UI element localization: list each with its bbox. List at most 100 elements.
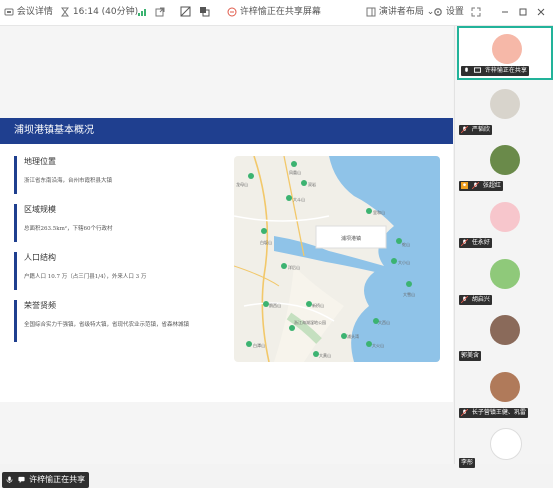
participant-tile[interactable]: 郭美含 xyxy=(457,309,553,363)
map-place-label: 浙江海湖湿地公园 xyxy=(294,319,326,325)
participant-tile[interactable]: 严韬欣 xyxy=(457,83,553,137)
participant-name: 郭美含 xyxy=(461,352,480,359)
participant-name: 严韬欣 xyxy=(471,126,490,133)
avatar xyxy=(490,428,522,460)
translate-icon[interactable] xyxy=(199,0,210,25)
section-area: 区域规模 总面积263.5km²，下辖60个行政村 xyxy=(14,204,224,242)
section-heading: 地理位置 xyxy=(24,157,56,166)
map-place-label: 龙母山 xyxy=(236,181,248,187)
annotate-off-icon[interactable] xyxy=(180,0,191,25)
chat-icon xyxy=(17,476,25,483)
map-place-label: 凤凰山 xyxy=(289,169,301,175)
timer-label: 16:14 (40分钟) xyxy=(72,7,139,17)
microphone-muted-icon xyxy=(461,126,468,133)
participant-name: 许梓愉正在共享 xyxy=(484,67,527,74)
participant-tile[interactable]: 长子营镇王健、巩雷 xyxy=(457,366,553,420)
avatar xyxy=(490,145,520,175)
participant-name: 长子营镇王健、巩雷 xyxy=(471,409,526,416)
map-place-label: 双岩 xyxy=(308,181,316,187)
shared-screen-area: 浦坝港镇基本概况 地理位置 浙江省东南沿海，台州市霞积县大镇 区域规模 总面积2… xyxy=(0,26,453,488)
sharing-indicator-label: 许梓愉正在共享 xyxy=(29,475,86,484)
fullscreen-icon[interactable] xyxy=(471,0,481,25)
avatar xyxy=(490,315,520,345)
microphone-muted-icon xyxy=(461,296,468,303)
map-place-label: 里和山 xyxy=(373,209,385,215)
participant-name-tag: 长子营镇王健、巩雷 xyxy=(459,408,528,418)
gear-icon xyxy=(434,7,442,16)
settings-label: 设置 xyxy=(445,7,464,17)
map-place-label: 新桥山 xyxy=(312,302,324,308)
map-place-label: 鹅西山 xyxy=(269,302,281,308)
layout-dropdown[interactable]: 演讲者布局 ⌄ xyxy=(366,0,434,25)
map-place-label: 浦头湾 xyxy=(347,333,359,339)
sharing-status-label: 许梓愉正在共享屏幕 xyxy=(239,7,321,17)
map-place-label: 白潭山 xyxy=(253,342,265,348)
close-icon[interactable] xyxy=(536,0,546,25)
settings-button[interactable]: 设置 xyxy=(433,0,464,25)
popout-icon[interactable] xyxy=(155,0,165,25)
section-population: 人口结构 户籍人口 10.7 万（占三门县1/4），外来人口 3 万 xyxy=(14,252,224,290)
participant-name: 李彤 xyxy=(461,459,474,466)
participant-tile[interactable]: 李彤 xyxy=(457,422,553,468)
map-place-label: 大雪山 xyxy=(403,291,415,297)
participant-name: 任永好 xyxy=(471,239,490,246)
meeting-details-button[interactable]: 会议详情 xyxy=(4,0,53,25)
microphone-muted-icon xyxy=(461,239,468,246)
sharing-status: 许梓愉正在共享屏幕 xyxy=(227,0,321,25)
section-location: 地理位置 浙江省东南沿海，台州市霞积县大镇 xyxy=(14,156,224,194)
presentation-slide: 浦坝港镇基本概况 地理位置 浙江省东南沿海，台州市霞积县大镇 区域规模 总面积2… xyxy=(0,118,453,402)
section-text: 户籍人口 10.7 万（占三门县1/4），外来人口 3 万 xyxy=(24,274,147,280)
avatar xyxy=(490,202,520,232)
participant-panel: 许梓愉正在共享 严韬欣 张超红 任永好 胡启兴 郭美含 长子营镇王健、巩雷 李彤 xyxy=(454,26,553,468)
avatar xyxy=(490,259,520,289)
maximize-icon[interactable] xyxy=(518,0,528,25)
share-screen-icon xyxy=(227,7,237,16)
map-center-label: 浦坝港镇 xyxy=(341,235,361,242)
sharing-indicator[interactable]: 许梓愉正在共享 xyxy=(2,472,90,488)
participant-tile[interactable]: 许梓愉正在共享 xyxy=(457,26,553,80)
participant-name: 张超红 xyxy=(482,182,501,189)
section-heading: 荣誉贤频 xyxy=(24,301,56,310)
participant-name-tag: 李彤 xyxy=(459,458,476,468)
section-text: 全国综合实力千强镇，省级特大镇，省现代农业示范镇，省森林城镇 xyxy=(24,322,190,328)
section-heading: 区域规模 xyxy=(24,205,56,214)
microphone-muted-icon xyxy=(461,409,468,416)
avatar xyxy=(492,34,522,64)
map-place-label: 大小山 xyxy=(398,259,410,265)
participant-name: 胡启兴 xyxy=(471,296,490,303)
participant-tile[interactable]: 张超红 xyxy=(457,139,553,193)
participant-name-tag: 严韬欣 xyxy=(459,125,492,135)
slide-title: 浦坝港镇基本概况 xyxy=(0,118,453,144)
minimize-icon[interactable] xyxy=(500,0,510,25)
meeting-details-label: 会议详情 xyxy=(16,7,53,17)
meeting-timer: 16:14 (40分钟) xyxy=(60,0,138,25)
participant-name-tag: 胡启兴 xyxy=(459,295,492,305)
signal-icon[interactable] xyxy=(137,0,147,25)
map-place-label: 大黄山 xyxy=(319,352,331,358)
top-toolbar: 会议详情 16:14 (40分钟) 许梓愉正在共享屏幕 演讲者布局 ⌄ 设置 xyxy=(0,0,553,26)
map-place-label: 蛇山 xyxy=(402,241,410,247)
avatar xyxy=(490,89,520,119)
section-text: 总面积263.5km²，下辖60个行政村 xyxy=(24,226,113,232)
participant-tile[interactable]: 胡启兴 xyxy=(457,253,553,307)
meeting-icon xyxy=(4,8,14,15)
participant-tile[interactable]: 任永好 xyxy=(457,196,553,250)
microphone-icon xyxy=(6,476,13,483)
section-heading: 人口结构 xyxy=(24,253,56,262)
location-map: 浦坝港镇 龙母山 凤凰山 双岩 大斗山 里和山 白坂山 洋后山 蛇山 大小山 大… xyxy=(234,156,440,362)
microphone-muted-icon xyxy=(471,182,479,189)
map-place-label: 大西山 xyxy=(378,319,390,325)
participant-name-tag: 张超红 xyxy=(459,181,503,191)
avatar xyxy=(490,372,520,402)
section-text: 浙江省东南沿海，台州市霞积县大镇 xyxy=(24,178,113,184)
map-place-label: 白坂山 xyxy=(260,239,272,245)
layout-icon xyxy=(366,7,376,16)
host-icon xyxy=(461,182,468,189)
section-honors: 荣誉贤频 全国综合实力千强镇，省级特大镇，省现代农业示范镇，省森林城镇 xyxy=(14,300,224,342)
layout-label: 演讲者布局 xyxy=(378,7,424,17)
map-place-label: 大火山 xyxy=(372,342,384,348)
participant-name-tag: 郭美含 xyxy=(459,351,482,361)
hourglass-icon xyxy=(61,7,69,16)
map-place-label: 大斗山 xyxy=(293,196,305,202)
microphone-icon xyxy=(465,67,468,72)
